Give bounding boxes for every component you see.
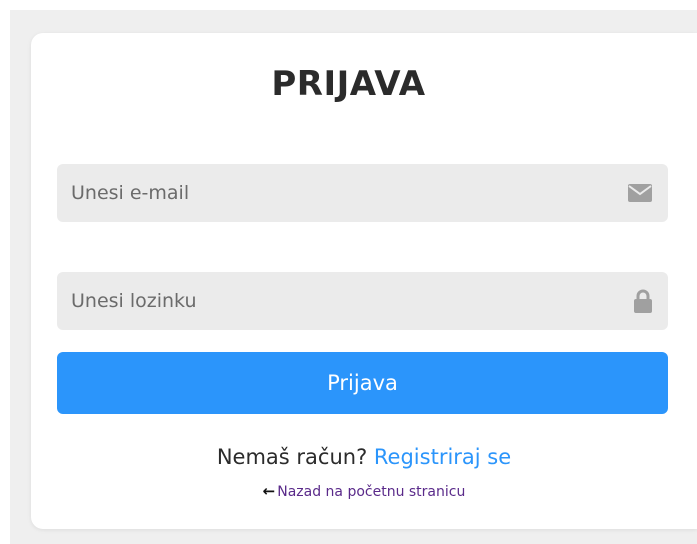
back-home-link[interactable]: Nazad na početnu stranicu <box>277 484 465 500</box>
register-prompt-text: Nemaš račun? <box>216 445 374 469</box>
email-field[interactable] <box>57 164 668 222</box>
lock-icon <box>634 289 652 313</box>
envelope-icon <box>628 184 652 202</box>
register-link[interactable]: Registriraj se <box>374 445 511 469</box>
arrow-left-icon: ← <box>262 482 276 500</box>
password-field[interactable] <box>57 272 668 330</box>
email-input[interactable] <box>57 164 668 222</box>
login-button[interactable]: Prijava <box>57 352 668 414</box>
password-input[interactable] <box>57 272 668 330</box>
page-title: PRIJAVA <box>271 64 426 104</box>
register-prompt-line: Nemaš račun? Registriraj se <box>31 445 697 469</box>
back-home-line: ← Nazad na početnu stranicu <box>31 482 697 500</box>
